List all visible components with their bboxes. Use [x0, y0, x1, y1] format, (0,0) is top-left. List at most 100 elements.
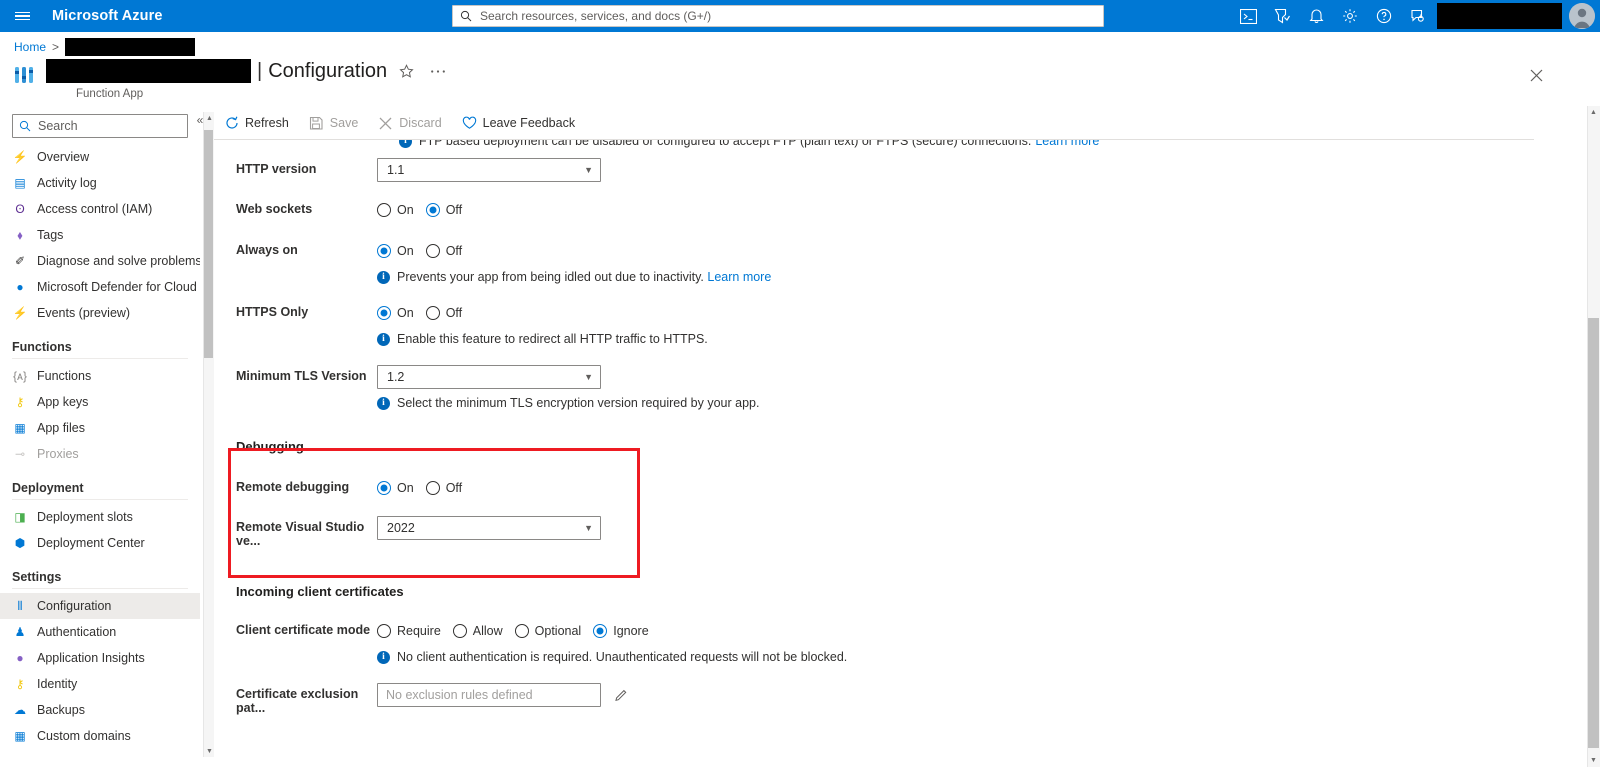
http-version-select[interactable]: 1.1 ▼ [377, 158, 601, 182]
client-certificate-mode-option-allow[interactable]: Allow [452, 624, 503, 638]
redacted-account-name [1437, 3, 1562, 29]
radio-button-icon [593, 624, 608, 638]
identity-icon: ⚷ [15, 677, 25, 691]
sidebar-item-backups[interactable]: ☁ Backups [0, 697, 200, 723]
web-sockets-radio-group: On Off [377, 198, 1534, 222]
always-on-radio-group: On Off [377, 239, 1534, 263]
sidebar-item-functions[interactable]: {ᴀ} Functions [0, 363, 200, 389]
always-on-learn-more-link[interactable]: Learn more [707, 270, 771, 284]
sidebar-item-microsoft-defender-for-cloud[interactable]: ● Microsoft Defender for Cloud [0, 274, 200, 300]
sidebar-item-label: Access control (IAM) [37, 202, 153, 216]
certificate-exclusion-paths-input[interactable]: No exclusion rules defined [377, 683, 601, 707]
proxies-icon: ⊸ [14, 447, 26, 461]
sidebar-item-app-files[interactable]: ▦ App files [0, 415, 200, 441]
sidebar-item-tags[interactable]: ⬧ Tags [0, 222, 200, 248]
sidebar-item-label: Proxies [37, 447, 79, 461]
sidebar-scrollbar-thumb[interactable] [204, 130, 213, 358]
certificate-exclusion-paths-label: Certificate exclusion pat... [236, 687, 359, 715]
sidebar-item-label: Deployment slots [37, 510, 133, 524]
sidebar-item-proxies: ⊸ Proxies [0, 441, 200, 467]
breadcrumb-resource-redacted[interactable] [65, 38, 196, 56]
always-on-label: Always on [236, 243, 298, 257]
sidebar-item-authentication[interactable]: ♟ Authentication [0, 619, 200, 645]
remote-visual-studio-version-select[interactable]: 2022 ▼ [377, 516, 601, 540]
sidebar-search-box[interactable] [12, 114, 188, 138]
diagnose-icon: ✐ [14, 254, 26, 268]
web-sockets-option-off[interactable]: Off [425, 203, 462, 217]
radio-button-icon [425, 203, 440, 217]
sidebar-item-overview[interactable]: ⚡ Overview [0, 144, 200, 170]
minimum-tls-version-hint: i Select the minimum TLS encryption vers… [377, 396, 1534, 410]
radio-option-label: On [397, 244, 414, 258]
heart-icon [462, 116, 477, 131]
always-on-hint-text: Prevents your app from being idled out d… [397, 270, 771, 284]
configuration-sliders-icon [12, 62, 38, 88]
save-button[interactable]: Save [299, 108, 369, 138]
breadcrumb-home-link[interactable]: Home [14, 40, 46, 54]
radio-button-icon [377, 624, 391, 638]
always-on-option-off[interactable]: Off [425, 244, 462, 258]
minimum-tls-version-select[interactable]: 1.2 ▼ [377, 365, 601, 389]
sidebar-item-application-insights[interactable]: ● Application Insights [0, 645, 200, 671]
close-icon[interactable] [1524, 63, 1548, 87]
star-icon[interactable] [393, 58, 419, 84]
feedback-smiley-icon[interactable] [1401, 0, 1435, 32]
page-subtitle: Function App [76, 88, 144, 100]
sidebar-item-activity-log[interactable]: ▤ Activity log [0, 170, 200, 196]
save-label: Save [329, 116, 359, 130]
hamburger-menu-icon[interactable] [0, 0, 44, 32]
remote-debugging-option-on[interactable]: On [377, 481, 414, 495]
remote-debugging-option-off[interactable]: Off [425, 481, 462, 495]
client-certificate-mode-option-optional[interactable]: Optional [514, 624, 581, 638]
avatar[interactable] [1564, 0, 1600, 32]
resource-menu-sidebar: ⚡ Overview ▤ Activity log ʘ Access control (I… [0, 106, 200, 767]
debugging-section-title: Debugging [236, 439, 304, 454]
refresh-label: Refresh [245, 116, 289, 130]
sidebar-item-events-preview[interactable]: ⚡ Events (preview) [0, 300, 200, 326]
discard-button[interactable]: Discard [368, 108, 451, 138]
page-scroll-down-arrow[interactable]: ▼ [1588, 754, 1599, 767]
page-title: Configuration [268, 59, 388, 82]
client-certificate-mode-option-ignore[interactable]: Ignore [593, 624, 649, 638]
page-scrollbar-thumb[interactable] [1588, 318, 1599, 748]
refresh-button[interactable]: Refresh [214, 108, 299, 138]
page-scroll-up-arrow[interactable]: ▲ [1588, 106, 1599, 119]
incoming-client-certificates-section-title: Incoming client certificates [236, 584, 404, 599]
ftp-hint-link[interactable]: Learn more [1035, 140, 1099, 148]
sidebar-item-deployment-center[interactable]: ⬢ Deployment Center [0, 530, 200, 556]
pencil-icon[interactable] [611, 685, 631, 705]
https-only-option-off[interactable]: Off [425, 306, 462, 320]
sidebar-item-custom-domains[interactable]: ▦ Custom domains [0, 723, 200, 749]
global-search-input[interactable] [478, 8, 1096, 24]
https-only-option-on[interactable]: On [377, 306, 414, 320]
sidebar-item-label: Functions [37, 369, 92, 383]
sidebar-item-label: Application Insights [37, 651, 145, 665]
ftp-deployment-hint-clipped: i FTP based deployment can be disabled o… [214, 140, 1099, 149]
leave-feedback-button[interactable]: Leave Feedback [452, 108, 585, 138]
sidebar-item-app-keys[interactable]: ⚷ App keys [0, 389, 200, 415]
always-on-hint-label: Prevents your app from being idled out d… [397, 270, 704, 284]
info-icon: i [377, 397, 390, 410]
authentication-icon: ♟ [14, 625, 26, 639]
web-sockets-option-on[interactable]: On [377, 203, 414, 217]
client-certificate-mode-option-require[interactable]: Require [377, 624, 441, 638]
sidebar-item-deployment-slots[interactable]: ◨ Deployment slots [0, 504, 200, 530]
global-search-box[interactable] [452, 5, 1104, 27]
minimum-tls-version-row: Minimum TLS Version 1.2 ▼ i Select the m… [214, 365, 1534, 410]
info-icon: i [399, 140, 412, 148]
sidebar-search-input[interactable] [36, 118, 181, 134]
sidebar-item-configuration[interactable]: ⫴ Configuration [0, 593, 200, 619]
cloud-shell-icon[interactable] [1231, 0, 1265, 32]
help-question-icon[interactable] [1367, 0, 1401, 32]
directory-filter-icon[interactable] [1265, 0, 1299, 32]
settings-gear-icon[interactable] [1333, 0, 1367, 32]
breadcrumb-separator: > [52, 40, 60, 54]
sidebar-item-label: Authentication [37, 625, 117, 639]
sidebar-item-access-control-iam[interactable]: ʘ Access control (IAM) [0, 196, 200, 222]
always-on-option-on[interactable]: On [377, 244, 414, 258]
notifications-bell-icon[interactable] [1299, 0, 1333, 32]
azure-brand-label[interactable]: Microsoft Azure [44, 8, 163, 24]
sidebar-item-diagnose-and-solve-problems[interactable]: ✐ Diagnose and solve problems [0, 248, 200, 274]
ellipsis-icon[interactable] [425, 58, 451, 84]
sidebar-item-identity[interactable]: ⚷ Identity [0, 671, 200, 697]
